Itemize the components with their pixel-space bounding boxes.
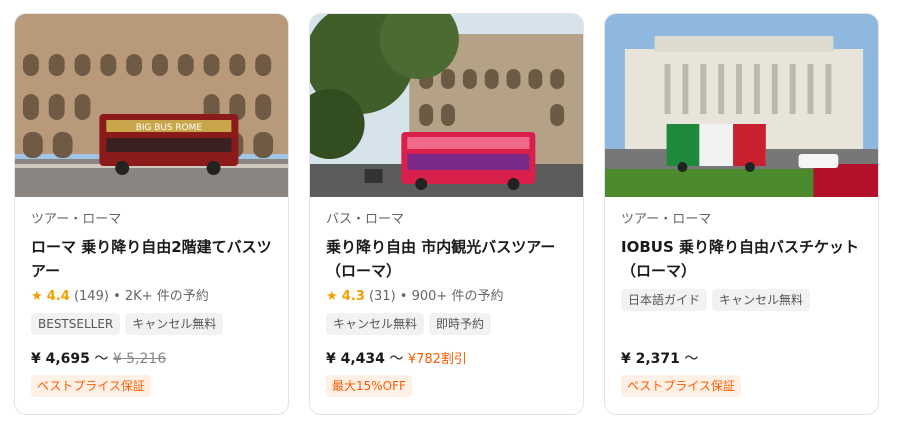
tag-list: 日本語ガイド キャンセル無料 — [621, 289, 862, 313]
star-icon: ★ — [326, 289, 338, 304]
card-photo-colosseum-bigbus: BIG BUS ROME — [15, 14, 288, 197]
card-photo-colosseum-citybus — [310, 14, 583, 197]
card-photo-vittoriano-iobus — [605, 14, 878, 197]
card-title[interactable]: 乗り降り自由 市内観光バスツアー（ローマ） — [326, 235, 567, 283]
promo-badge: 最大15%OFF — [326, 375, 412, 397]
price-row: ¥ 4,434 〜 ¥782割引 — [326, 348, 467, 368]
card-category: ツアー・ローマ — [621, 212, 712, 227]
rating-score: 4.3 — [341, 289, 365, 304]
activity-card[interactable]: ツアー・ローマ IOBUS 乗り降り自由バスチケット（ローマ） 日本語ガイド キャ… — [604, 13, 879, 415]
tag-japanese-guide: 日本語ガイド — [621, 289, 708, 311]
original-price: ¥ 5,216 — [112, 351, 167, 367]
tag-free-cancellation: キャンセル無料 — [712, 289, 811, 311]
star-icon: ★ — [31, 289, 43, 304]
booking-count: 2K+ 件の予約 — [124, 289, 209, 304]
price: ¥ 2,371 — [621, 351, 680, 367]
tag-list: BESTSELLER キャンセル無料 — [31, 313, 272, 337]
card-title[interactable]: IOBUS 乗り降り自由バスチケット（ローマ） — [621, 235, 862, 283]
card-category: バス・ローマ — [326, 212, 405, 227]
price: ¥ 4,695 — [31, 351, 90, 367]
rating-row: ★ 4.4 (149) • 2K+ 件の予約 — [31, 288, 272, 306]
activity-card[interactable]: BIG BUS ROME ツアー・ローマ ローマ 乗り降り自由2階建てバスツアー… — [14, 13, 289, 415]
price-suffix: 〜 — [684, 351, 699, 367]
separator-dot: • — [113, 289, 121, 304]
bus-logo-text: BIG BUS ROME — [136, 123, 203, 133]
activity-card[interactable]: バス・ローマ 乗り降り自由 市内観光バスツアー（ローマ） ★ 4.3 (31) … — [309, 13, 584, 415]
tag-list: キャンセル無料 即時予約 — [326, 313, 567, 337]
tag-bestseller: BESTSELLER — [31, 313, 121, 335]
review-count: (149) — [73, 289, 109, 304]
tag-free-cancellation: キャンセル無料 — [326, 313, 425, 335]
rating-row: ★ 4.3 (31) • 900+ 件の予約 — [326, 288, 567, 306]
rating-score: 4.4 — [46, 289, 70, 304]
tag-free-cancellation: キャンセル無料 — [125, 313, 224, 335]
activity-card-list: BIG BUS ROME ツアー・ローマ ローマ 乗り降り自由2階建てバスツアー… — [0, 0, 898, 437]
discount-amount: ¥782割引 — [407, 352, 467, 367]
price-suffix: 〜 — [389, 351, 404, 367]
review-count: (31) — [368, 289, 396, 304]
price: ¥ 4,434 — [326, 351, 385, 367]
price-row: ¥ 2,371 〜 — [621, 348, 698, 368]
price-row: ¥ 4,695 〜 ¥ 5,216 — [31, 348, 166, 368]
price-suffix: 〜 — [94, 351, 109, 367]
separator-dot: • — [399, 289, 408, 304]
promo-badge: ベストプライス保証 — [621, 375, 741, 397]
promo-badge: ベストプライス保証 — [31, 375, 151, 397]
tag-instant-booking: 即時予約 — [429, 313, 492, 335]
card-title[interactable]: ローマ 乗り降り自由2階建てバスツアー — [31, 235, 272, 283]
booking-count: 900+ 件の予約 — [411, 289, 504, 304]
card-category: ツアー・ローマ — [31, 212, 122, 227]
